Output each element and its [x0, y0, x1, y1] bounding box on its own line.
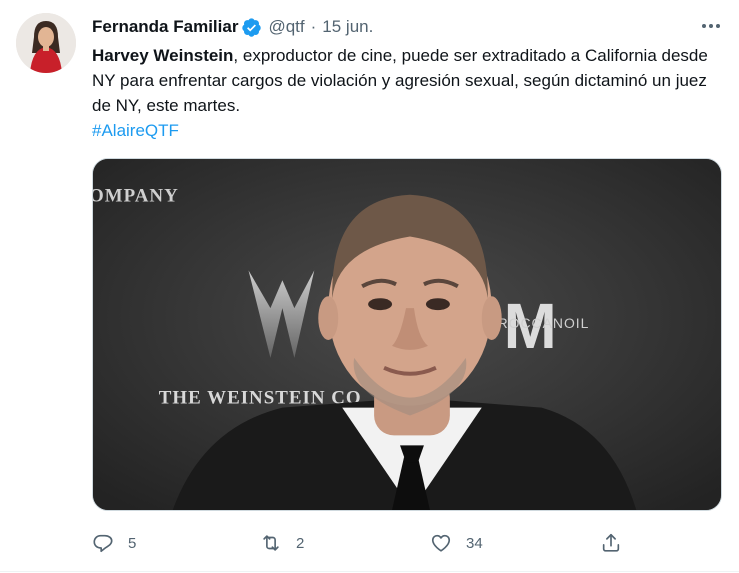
reply-button[interactable]: 5	[92, 528, 136, 558]
author-name[interactable]: Fernanda Familiar	[92, 17, 238, 37]
tweet-text: Harvey Weinstein, exproductor de cine, p…	[92, 43, 722, 143]
retweet-button[interactable]: 2	[260, 528, 304, 558]
tweet-header: Fernanda Familiar @qtf · 15 jun.	[92, 16, 373, 38]
reply-count: 5	[128, 534, 137, 552]
avatar-image	[16, 13, 76, 73]
avatar[interactable]	[16, 13, 76, 73]
more-icon[interactable]	[697, 14, 725, 38]
verified-badge-icon	[241, 17, 262, 38]
share-icon	[600, 532, 622, 554]
like-icon	[430, 532, 452, 554]
tweet-date[interactable]: 15 jun.	[322, 17, 373, 37]
tweet-text-bold: Harvey Weinstein	[92, 46, 234, 65]
like-button[interactable]: 34	[430, 528, 483, 558]
share-button[interactable]	[600, 528, 622, 558]
header-separator: ·	[310, 17, 317, 36]
like-count: 34	[466, 534, 483, 552]
tweet-divider	[0, 571, 739, 572]
hashtag-link[interactable]: #AlaireQTF	[92, 118, 722, 143]
tweet-photo[interactable]: OMPANY THE WEINSTEIN CO M OROCCANOIL	[92, 158, 722, 511]
backdrop-text-company: OMPANY	[93, 186, 179, 207]
tweet[interactable]: Fernanda Familiar @qtf · 15 jun. Harvey …	[0, 0, 739, 573]
retweet-icon	[260, 532, 282, 554]
retweet-count: 2	[296, 534, 305, 552]
author-handle[interactable]: @qtf	[268, 17, 304, 37]
reply-icon	[92, 532, 114, 554]
photo-image: OMPANY THE WEINSTEIN CO M OROCCANOIL	[93, 159, 721, 510]
action-bar: 5 2 34	[92, 528, 722, 558]
